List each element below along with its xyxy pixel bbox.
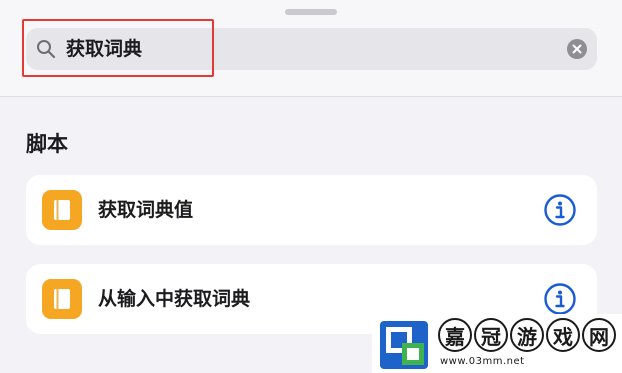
- clear-search-button[interactable]: [567, 39, 587, 59]
- result-item-get-dictionary-value[interactable]: 获取词典值: [26, 175, 597, 245]
- book-icon: [42, 190, 82, 230]
- highlight-annotation-box: [22, 19, 214, 77]
- watermark-text: 嘉 冠 游 戏 网: [438, 318, 616, 352]
- book-icon: [42, 279, 82, 319]
- watermark-char: 游: [510, 318, 544, 352]
- sheet-grabber[interactable]: [285, 9, 337, 15]
- watermark-char: 网: [582, 318, 616, 352]
- result-label: 从输入中获取词典: [98, 288, 251, 310]
- watermark-logo-icon: [380, 321, 428, 369]
- action-search-sheet: 获取词典 脚本 获取词典值 从输入中获取词典 嘉 冠 游 戏 网 www.03m…: [0, 0, 622, 373]
- site-watermark: 嘉 冠 游 戏 网 www.03mm.net: [372, 314, 622, 373]
- watermark-char: 戏: [546, 318, 580, 352]
- result-label: 获取词典值: [98, 199, 194, 221]
- info-icon[interactable]: [543, 282, 577, 316]
- info-icon[interactable]: [543, 193, 577, 227]
- search-header: 获取词典: [0, 0, 622, 97]
- watermark-url: www.03mm.net: [440, 356, 525, 367]
- close-icon: [572, 44, 582, 54]
- watermark-char: 冠: [474, 318, 508, 352]
- watermark-char: 嘉: [438, 318, 472, 352]
- section-title: 脚本: [26, 132, 68, 156]
